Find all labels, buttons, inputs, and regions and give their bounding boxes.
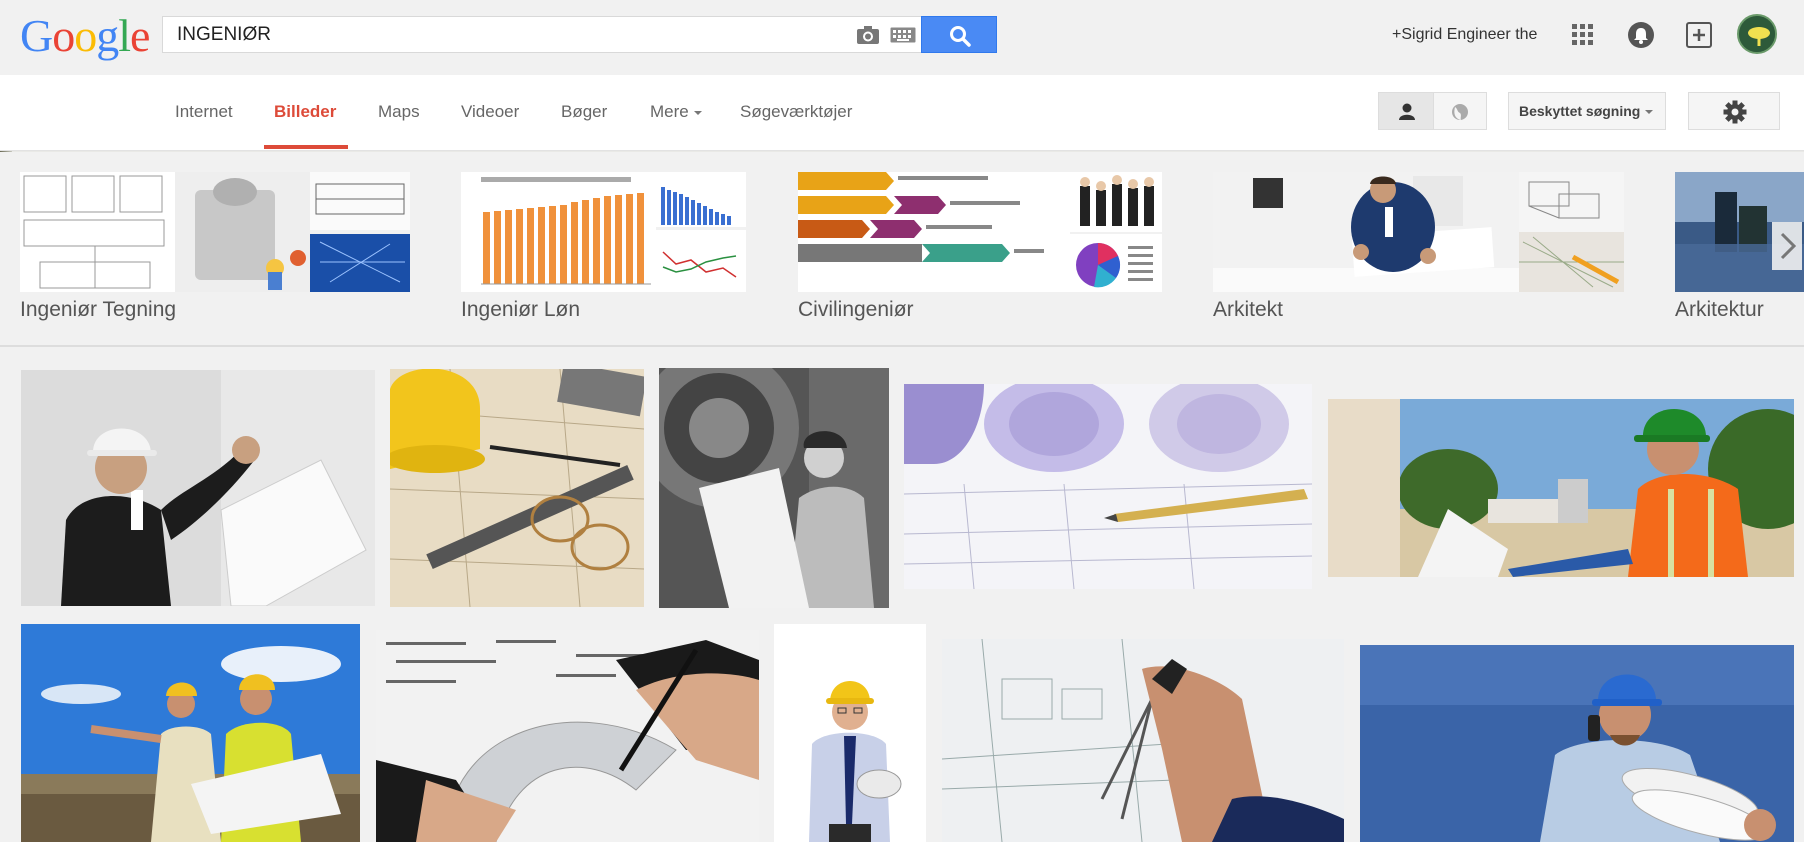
tab-boger[interactable]: Bøger: [561, 102, 607, 122]
search-icon: [950, 26, 971, 47]
tab-mere-label: Mere: [650, 102, 689, 121]
image-result[interactable]: [659, 368, 889, 608]
image-result[interactable]: [942, 639, 1344, 842]
personal-results-button[interactable]: [1378, 92, 1434, 130]
search-button[interactable]: [921, 16, 997, 53]
chevron-down-icon: [1645, 110, 1654, 115]
global-results-button[interactable]: [1433, 92, 1487, 130]
header: Google +Sigrid Engineer the: [0, 0, 1804, 75]
keyboard-icon[interactable]: [890, 27, 916, 43]
tab-sogevaerktojer[interactable]: Søgeværktøjer: [740, 102, 852, 122]
google-logo[interactable]: Google: [20, 10, 150, 62]
logo-letter: G: [20, 10, 53, 61]
share-plus-icon[interactable]: [1686, 22, 1712, 48]
related-label[interactable]: Arkitektur: [1675, 298, 1764, 322]
related-label[interactable]: Civilingeniør: [798, 298, 914, 322]
tab-billeder[interactable]: Billeder: [274, 102, 336, 122]
related-thumbnail-tegning[interactable]: [20, 172, 410, 292]
search-input[interactable]: [177, 17, 837, 52]
tab-videoer[interactable]: Videoer: [461, 102, 519, 122]
image-result[interactable]: [904, 384, 1312, 589]
safe-search-label: Beskyttet søgning: [1519, 103, 1641, 119]
logo-letter: o: [52, 10, 75, 61]
image-result[interactable]: [390, 369, 644, 607]
related-thumbnail-arkitekt[interactable]: [1213, 172, 1624, 292]
related-thumbnail-lon[interactable]: [461, 172, 746, 292]
logo-letter: g: [96, 10, 119, 61]
image-result[interactable]: [21, 624, 360, 842]
image-result[interactable]: [1328, 399, 1794, 577]
logo-letter: e: [130, 10, 150, 61]
image-result[interactable]: [21, 370, 375, 606]
gear-icon: [1723, 100, 1747, 124]
related-label[interactable]: Arkitekt: [1213, 298, 1283, 322]
chevron-right-icon: [1780, 232, 1797, 260]
related-label[interactable]: Ingeniør Løn: [461, 298, 580, 322]
image-result[interactable]: [774, 624, 926, 842]
bell-icon: [1634, 28, 1648, 44]
image-result[interactable]: [376, 630, 759, 842]
image-result[interactable]: [1360, 645, 1794, 842]
search-box: [162, 16, 922, 53]
tab-maps[interactable]: Maps: [378, 102, 420, 122]
tab-mere[interactable]: Mere: [650, 102, 702, 122]
person-icon: [1399, 103, 1415, 120]
logo-letter: l: [118, 10, 131, 61]
search-type-nav: Internet Billeder Maps Videoer Bøger Mer…: [0, 75, 1804, 151]
globe-icon: [1452, 104, 1468, 120]
settings-button[interactable]: [1688, 92, 1780, 130]
chevron-down-icon: [693, 110, 702, 115]
related-searches: Ingeniør Tegning Ingeniør Løn Civilingen…: [0, 152, 1804, 347]
scroll-right-button[interactable]: [1772, 222, 1802, 270]
related-label[interactable]: Ingeniør Tegning: [20, 298, 176, 322]
apps-grid-icon[interactable]: [1572, 24, 1594, 46]
account-name-link[interactable]: +Sigrid Engineer the: [1392, 26, 1537, 44]
logo-letter: o: [74, 10, 97, 61]
image-results-grid: [0, 347, 1804, 842]
plus-icon: [1693, 29, 1705, 41]
related-thumbnail-civilingenior[interactable]: [798, 172, 1162, 292]
avatar[interactable]: [1737, 14, 1777, 54]
tab-internet[interactable]: Internet: [175, 102, 233, 122]
notification-bell-icon[interactable]: [1628, 22, 1654, 48]
safe-search-dropdown[interactable]: Beskyttet søgning: [1508, 92, 1666, 130]
camera-icon[interactable]: [856, 25, 880, 45]
active-tab-indicator: [264, 145, 348, 149]
